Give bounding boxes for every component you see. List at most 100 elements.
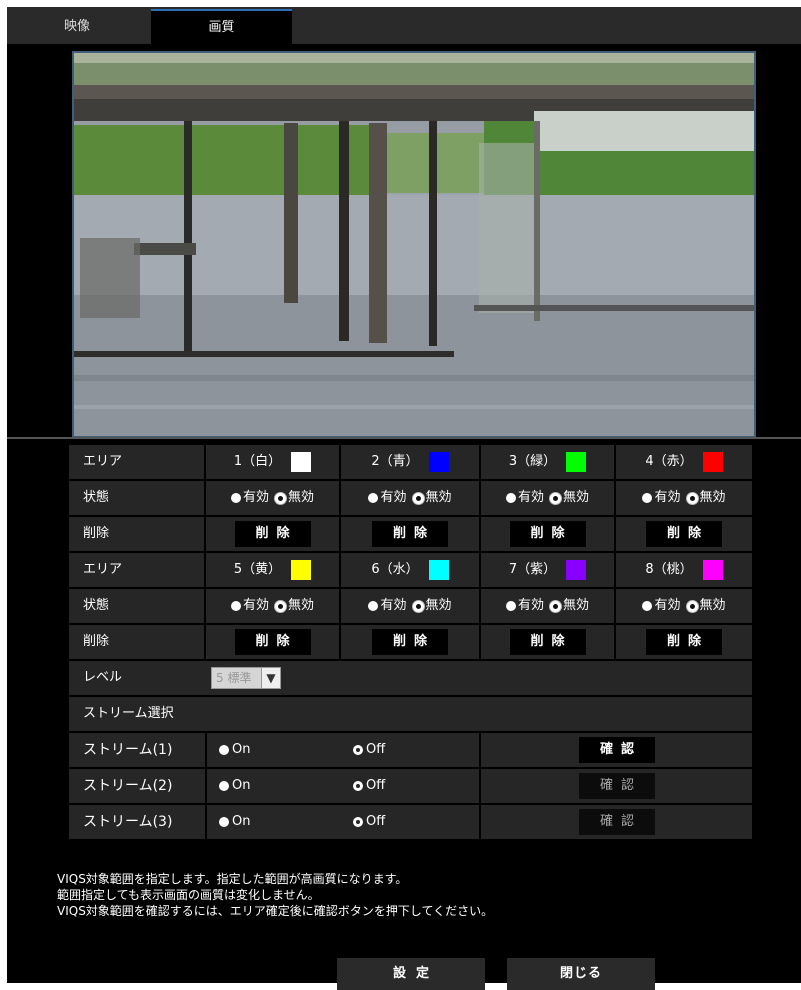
area-3-state: 有効 無効 — [481, 481, 614, 515]
settings-window: 映像 画質 エリア 1（白） 2（青） 3（緑） 4（赤） 状態 有効 無効 有… — [7, 7, 801, 990]
area-2[interactable]: 2（青） — [341, 445, 479, 479]
area-8-delete-button[interactable]: 削除 — [646, 629, 722, 655]
state-row-1: 状態 有効 無効 有効 無効 有効 無効 有効 無効 — [69, 481, 752, 515]
area-7[interactable]: 7（紫） — [481, 553, 614, 587]
state-label: 状態 — [69, 481, 204, 515]
area-4-disabled-radio[interactable]: 無効 — [686, 481, 726, 515]
area-8-color-swatch — [702, 560, 723, 580]
level-select-value: 5 標準 — [216, 671, 252, 685]
area-6-label: 6（水） — [371, 562, 419, 577]
stream-3-label: ストリーム(3) — [69, 805, 205, 839]
area-6-enabled-radio[interactable]: 有効 — [368, 589, 407, 623]
area-6-disabled-radio[interactable]: 無効 — [412, 589, 452, 623]
stream-3-confirm-button[interactable]: 確認 — [579, 809, 655, 835]
area-1[interactable]: 1（白） — [206, 445, 339, 479]
stream-1-confirm-button[interactable]: 確認 — [579, 737, 655, 763]
area-7-color-swatch — [566, 560, 587, 580]
state-label: 状態 — [69, 589, 204, 623]
stream-1-off-radio[interactable]: Off — [353, 733, 385, 767]
stream-3-row: ストリーム(3) On Off 確認 — [69, 805, 752, 839]
area-4[interactable]: 4（赤） — [616, 445, 752, 479]
area-label: エリア — [69, 445, 204, 479]
stream-3-off-radio[interactable]: Off — [353, 805, 385, 839]
area-4-color-swatch — [702, 452, 723, 472]
stream-1-row: ストリーム(1) On Off 確認 — [69, 733, 752, 767]
area-3-delete-button[interactable]: 削除 — [509, 521, 586, 547]
note-line: VIQS対象範囲を確認するには、エリア確定後に確認ボタンを押下してください。 — [57, 904, 494, 918]
area-6-state: 有効 無効 — [341, 589, 479, 623]
area-7-label: 7（紫） — [508, 562, 557, 577]
stream-2-confirm-button[interactable]: 確認 — [579, 773, 655, 799]
area-5-delete-button[interactable]: 削除 — [234, 629, 311, 655]
stream-2-label: ストリーム(2) — [69, 769, 205, 803]
chevron-down-icon[interactable]: ▼ — [261, 668, 280, 688]
area-5-label: 5（黄） — [233, 562, 282, 577]
area-1-delete-button[interactable]: 削除 — [234, 521, 311, 547]
area-2-enabled-radio[interactable]: 有効 — [368, 481, 407, 515]
divider — [7, 437, 801, 439]
area-3-disabled-radio[interactable]: 無効 — [550, 481, 589, 515]
area-7-disabled-radio[interactable]: 無効 — [550, 589, 589, 623]
area-1-label: 1（白） — [233, 454, 282, 469]
area-7-delete-button[interactable]: 削除 — [509, 629, 586, 655]
area-2-disabled-radio[interactable]: 無効 — [412, 481, 452, 515]
tab-image-quality[interactable]: 画質 — [151, 9, 292, 45]
area-row-2: エリア 5（黄） 6（水） 7（紫） 8（桃） — [69, 553, 752, 587]
area-label: エリア — [69, 553, 204, 587]
delete-label: 削除 — [69, 625, 204, 659]
stream-select-label: ストリーム選択 — [69, 697, 752, 731]
level-select[interactable]: 5 標準 ▼ — [211, 667, 281, 689]
stream-select-row: ストリーム選択 — [69, 697, 752, 731]
area-1-disabled-radio[interactable]: 無効 — [275, 481, 314, 515]
set-button[interactable]: 設定 — [337, 958, 485, 990]
area-5-disabled-radio[interactable]: 無効 — [275, 589, 314, 623]
delete-label: 削除 — [69, 517, 204, 551]
tab-bar: 映像 画質 — [7, 7, 801, 45]
area-5-color-swatch — [291, 560, 312, 580]
tab-video[interactable]: 映像 — [7, 10, 147, 44]
stream-1-label: ストリーム(1) — [69, 733, 205, 767]
area-6-color-swatch — [428, 560, 449, 580]
area-1-color-swatch — [291, 452, 312, 472]
stream-2-on-radio[interactable]: On — [219, 769, 250, 803]
area-5[interactable]: 5（黄） — [206, 553, 339, 587]
area-1-enabled-radio[interactable]: 有効 — [230, 481, 269, 515]
area-3-enabled-radio[interactable]: 有効 — [505, 481, 544, 515]
area-5-enabled-radio[interactable]: 有効 — [230, 589, 269, 623]
area-7-state: 有効 無効 — [481, 589, 614, 623]
area-8-enabled-radio[interactable]: 有効 — [642, 589, 681, 623]
area-2-label: 2（青） — [371, 454, 419, 469]
area-6-delete-button[interactable]: 削除 — [372, 629, 448, 655]
stream-2-row: ストリーム(2) On Off 確認 — [69, 769, 752, 803]
area-4-delete-button[interactable]: 削除 — [646, 521, 722, 547]
area-2-delete-button[interactable]: 削除 — [372, 521, 448, 547]
area-8[interactable]: 8（桃） — [616, 553, 752, 587]
note-line: VIQS対象範囲を指定します。指定した範囲が高画質になります。 — [57, 872, 408, 886]
stream-1-on-radio[interactable]: On — [219, 733, 250, 767]
level-cell: レベル 5 標準 ▼ — [69, 661, 752, 695]
area-8-label: 8（桃） — [645, 562, 693, 577]
area-5-state: 有効 無効 — [206, 589, 339, 623]
area-8-disabled-radio[interactable]: 無効 — [686, 589, 726, 623]
stream-2-off-radio[interactable]: Off — [353, 769, 385, 803]
area-2-state: 有効 無効 — [341, 481, 479, 515]
area-1-state: 有効 無効 — [206, 481, 339, 515]
area-6[interactable]: 6（水） — [341, 553, 479, 587]
camera-preview-image[interactable] — [72, 51, 756, 438]
delete-row-2: 削除 削除 削除 削除 削除 — [69, 625, 752, 659]
area-row-1: エリア 1（白） 2（青） 3（緑） 4（赤） — [69, 445, 752, 479]
area-3-label: 3（緑） — [508, 454, 557, 469]
area-8-state: 有効 無効 — [616, 589, 752, 623]
area-3[interactable]: 3（緑） — [481, 445, 614, 479]
stream-3-on-radio[interactable]: On — [219, 805, 250, 839]
help-notes: VIQS対象範囲を指定します。指定した範囲が高画質になります。 範囲指定しても表… — [57, 871, 493, 919]
area-4-state: 有効 無効 — [616, 481, 752, 515]
area-4-enabled-radio[interactable]: 有効 — [642, 481, 681, 515]
level-label: レベル — [83, 670, 123, 685]
viqs-settings-table: エリア 1（白） 2（青） 3（緑） 4（赤） 状態 有効 無効 有効 無効 有効無… — [69, 445, 752, 841]
note-line: 範囲指定しても表示画面の画質は変化しません。 — [57, 888, 320, 902]
area-7-enabled-radio[interactable]: 有効 — [505, 589, 544, 623]
area-3-color-swatch — [566, 452, 587, 472]
close-button[interactable]: 閉じる — [507, 958, 655, 990]
area-4-label: 4（赤） — [645, 454, 693, 469]
